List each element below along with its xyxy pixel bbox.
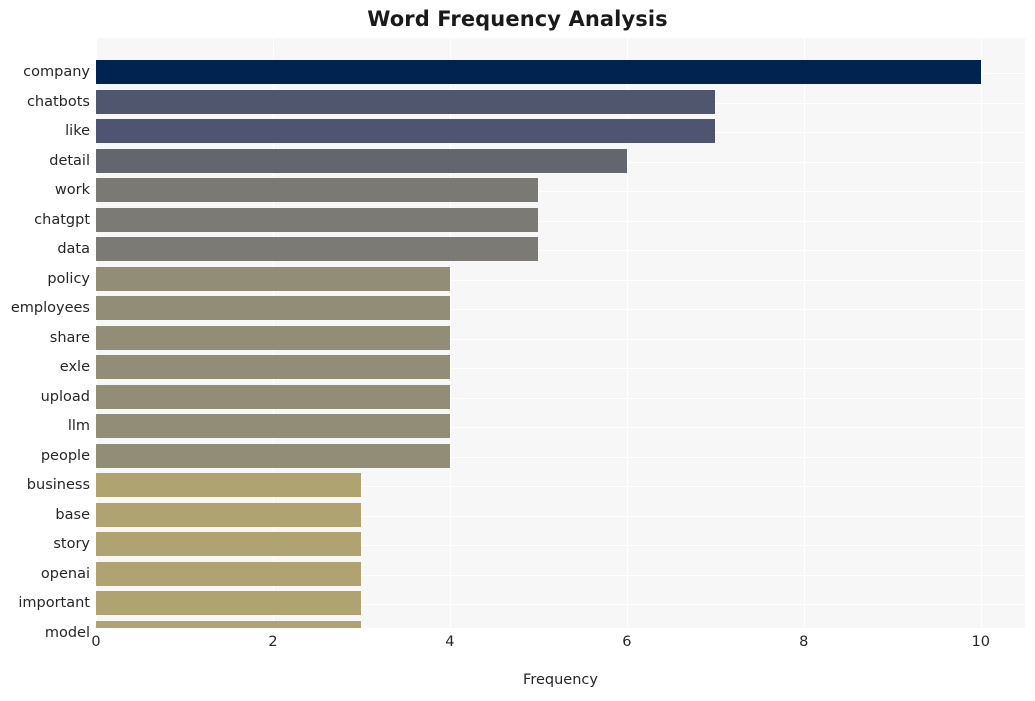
bar — [96, 326, 450, 350]
x-tick-label: 8 — [799, 634, 809, 650]
bar — [96, 503, 361, 527]
y-tick-label: policy — [47, 271, 90, 287]
y-tick-label: company — [23, 64, 90, 80]
y-tick-label: work — [54, 182, 90, 198]
x-tick-label: 2 — [268, 634, 278, 650]
y-tick-label: employees — [10, 300, 90, 316]
y-tick-label: story — [53, 536, 90, 552]
bar — [96, 60, 981, 84]
bar — [96, 296, 450, 320]
y-tick-label: exle — [59, 359, 90, 375]
x-tick-label: 10 — [971, 634, 990, 650]
gridline-vertical — [803, 38, 805, 628]
bar — [96, 532, 361, 556]
x-tick-label: 6 — [622, 634, 632, 650]
bar — [96, 414, 450, 438]
bar — [96, 178, 538, 202]
plot-area — [96, 38, 1025, 628]
bar — [96, 237, 538, 261]
bar — [96, 355, 450, 379]
bar — [96, 267, 450, 291]
chart-title: Word Frequency Analysis — [367, 7, 668, 31]
y-tick-label: business — [26, 477, 90, 493]
y-axis: company chatbots like detail work chatgpt data… — [0, 38, 90, 641]
y-tick-label: people — [40, 448, 90, 464]
y-tick-label: chatgpt — [34, 212, 90, 228]
y-tick-label: like — [65, 123, 90, 139]
x-tick-label: 4 — [445, 634, 455, 650]
bar — [96, 562, 361, 586]
bar — [96, 444, 450, 468]
chart-figure: Word Frequency Analysis company chatbots l… — [0, 0, 1035, 701]
bar — [96, 149, 627, 173]
y-tick-label: openai — [40, 566, 90, 582]
bar — [96, 385, 450, 409]
y-tick-label: base — [55, 507, 90, 523]
gridline-vertical — [980, 38, 982, 628]
y-tick-label: chatbots — [26, 94, 90, 110]
y-tick-label: data — [57, 241, 90, 257]
y-tick-label: llm — [67, 418, 90, 434]
bar — [96, 473, 361, 497]
x-tick-label: 0 — [91, 634, 101, 650]
y-tick-label: upload — [40, 389, 90, 405]
y-tick-label: detail — [49, 153, 90, 169]
bar — [96, 621, 361, 628]
y-tick-label: model — [44, 625, 90, 641]
bar — [96, 591, 361, 615]
bar — [96, 90, 715, 114]
y-tick-label: important — [18, 595, 90, 611]
bar — [96, 208, 538, 232]
bar — [96, 119, 715, 143]
x-axis: 0 2 4 6 8 10 — [91, 628, 1025, 658]
x-axis-title: Frequency — [523, 672, 598, 688]
y-tick-label: share — [49, 330, 90, 346]
